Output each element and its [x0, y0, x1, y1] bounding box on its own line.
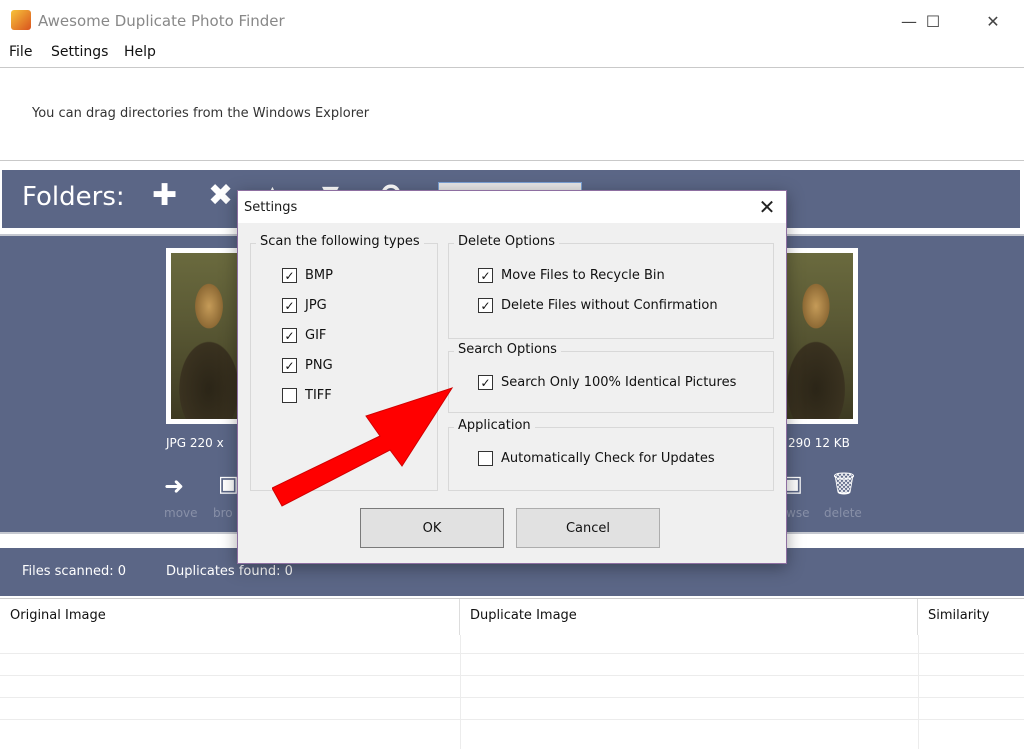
duplicate-image-info: 290 12 KB [788, 436, 850, 450]
checkbox-label: BMP [305, 268, 333, 283]
scan-types-legend: Scan the following types [256, 234, 424, 249]
duplicates-found-text: Duplicates found: 0 [166, 564, 293, 579]
checkbox-gif[interactable]: ✓ GIF [282, 328, 326, 343]
move-label: move [164, 506, 198, 520]
checkbox-label: JPG [305, 298, 327, 313]
dialog-title-bar: Settings ✕ [238, 191, 786, 223]
column-duplicate-image[interactable]: Duplicate Image [460, 599, 918, 635]
close-button[interactable]: ✕ [970, 0, 1016, 42]
checkbox-label: Automatically Check for Updates [501, 451, 715, 466]
checkbox-box[interactable]: ✓ [282, 328, 297, 343]
column-divider [460, 635, 461, 749]
original-image-info: JPG 220 x [166, 436, 224, 450]
folders-label: Folders: [22, 182, 125, 212]
table-row [0, 653, 1024, 675]
table-row [0, 697, 1024, 719]
checkbox-box[interactable]: ✓ [282, 298, 297, 313]
checkbox-png[interactable]: ✓ PNG [282, 358, 333, 373]
checkbox-recycle-bin[interactable]: ✓ Move Files to Recycle Bin [478, 268, 665, 283]
table-row [0, 675, 1024, 697]
checkbox-no-confirmation[interactable]: ✓ Delete Files without Confirmation [478, 298, 718, 313]
column-similarity[interactable]: Similarity [918, 599, 1024, 635]
column-divider [918, 635, 919, 749]
checkbox-label: Search Only 100% Identical Pictures [501, 375, 737, 390]
checkbox-label: Move Files to Recycle Bin [501, 268, 665, 283]
menu-file[interactable]: File [9, 44, 32, 60]
checkbox-box[interactable]: ✓ [282, 358, 297, 373]
column-original-image[interactable]: Original Image [0, 599, 460, 635]
annotation-arrow-shape [272, 387, 454, 507]
move-arrow-icon[interactable]: ➜ [164, 472, 184, 500]
browse-right-label: wse [786, 506, 810, 520]
drag-hint-text: You can drag directories from the Window… [32, 106, 370, 121]
checkbox-bmp[interactable]: ✓ BMP [282, 268, 333, 283]
table-row [0, 719, 1024, 741]
checkbox-box[interactable]: ✓ [478, 375, 493, 390]
checkbox-box[interactable]: ✓ [478, 268, 493, 283]
delete-options-legend: Delete Options [454, 234, 560, 249]
checkbox-box[interactable] [478, 451, 493, 466]
delete-options-group: Delete Options [448, 234, 774, 339]
maximize-button[interactable]: ☐ [910, 0, 956, 42]
checkbox-jpg[interactable]: ✓ JPG [282, 298, 327, 313]
checkbox-box[interactable]: ✓ [282, 268, 297, 283]
add-folder-icon[interactable]: ✚ [152, 178, 177, 213]
browse-left-icon[interactable]: ▣ [218, 472, 239, 497]
menu-bar: File Settings Help [0, 42, 1024, 66]
window-title: Awesome Duplicate Photo Finder [38, 12, 285, 30]
annotation-arrow-icon [272, 387, 454, 507]
title-bar: Awesome Duplicate Photo Finder — ☐ ✕ [0, 0, 1024, 42]
search-options-legend: Search Options [454, 342, 561, 357]
checkbox-label: Delete Files without Confirmation [501, 298, 718, 313]
checkbox-identical-only[interactable]: ✓ Search Only 100% Identical Pictures [478, 375, 736, 390]
delete-label: delete [824, 506, 862, 520]
checkbox-check-updates[interactable]: Automatically Check for Updates [478, 451, 715, 466]
checkbox-label: PNG [305, 358, 333, 373]
folder-drop-area[interactable]: You can drag directories from the Window… [0, 67, 1024, 161]
ok-button[interactable]: OK [360, 508, 504, 548]
menu-help[interactable]: Help [124, 44, 156, 60]
delete-trash-icon[interactable]: 🗑 [830, 472, 858, 497]
cancel-button[interactable]: Cancel [516, 508, 660, 548]
application-legend: Application [454, 418, 535, 433]
app-logo-icon [11, 10, 31, 30]
checkbox-label: GIF [305, 328, 327, 343]
dialog-title: Settings [244, 200, 298, 215]
files-scanned-text: Files scanned: 0 [22, 564, 127, 579]
browse-left-label: bro [213, 506, 233, 520]
results-table: Original Image Duplicate Image Similarit… [0, 598, 1024, 749]
checkbox-box[interactable]: ✓ [478, 298, 493, 313]
menu-settings[interactable]: Settings [51, 44, 108, 60]
remove-folder-icon[interactable]: ✖ [208, 178, 233, 213]
dialog-close-button[interactable]: ✕ [750, 193, 784, 221]
